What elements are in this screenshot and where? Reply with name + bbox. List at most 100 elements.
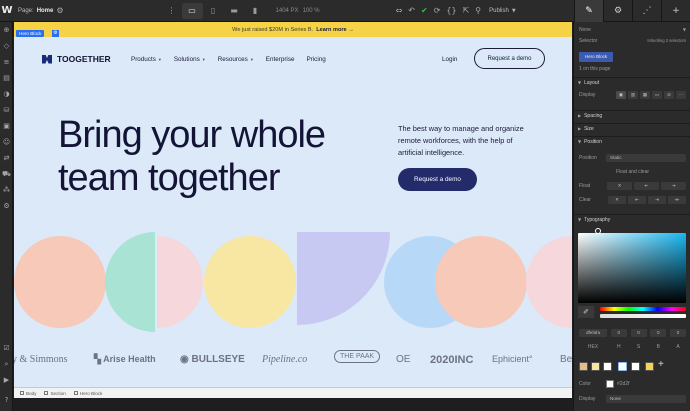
element-settings-icon[interactable]: ⚙ xyxy=(52,30,59,37)
tablet-breakpoint-icon[interactable]: ▯ xyxy=(203,3,224,19)
share-icon[interactable]: ⚲ xyxy=(475,6,481,15)
b-label: B xyxy=(656,343,660,350)
display2-row: Display None xyxy=(579,394,686,403)
sync-icon[interactable]: ⟳ xyxy=(434,6,441,15)
menu-item-resources[interactable]: Resources ▼ xyxy=(218,56,254,63)
banner-link[interactable]: Learn more → xyxy=(316,27,354,33)
code-toggle-icon[interactable]: ⇔ xyxy=(396,6,403,15)
webflow-logo-icon[interactable]: W xyxy=(0,5,14,16)
h-label: H xyxy=(616,343,621,350)
color-swatch-selected[interactable] xyxy=(618,362,627,371)
undo-icon[interactable]: ↶ xyxy=(408,6,415,15)
menu-item-products[interactable]: Products ▼ xyxy=(131,56,162,63)
section-layout[interactable]: ▼ Layout xyxy=(574,77,690,87)
design-canvas[interactable]: We just raised $20M in Series B. Learn m… xyxy=(14,22,572,398)
clear-left-icon[interactable]: ⇤ xyxy=(628,195,646,204)
menu-item-enterprise[interactable]: Enterprise xyxy=(266,56,295,63)
hex-input[interactable]: dfefafa xyxy=(579,328,607,337)
pages-icon[interactable]: ▤ xyxy=(2,74,11,83)
color-picker-handle[interactable] xyxy=(595,228,601,234)
alpha-slider[interactable] xyxy=(600,314,686,318)
lightning-icon[interactable]: + xyxy=(661,0,690,22)
b-input[interactable]: 0 xyxy=(650,328,667,337)
position-select[interactable]: Static xyxy=(606,153,686,162)
h-input[interactable]: 0 xyxy=(610,328,627,337)
eyedropper-icon[interactable]: ✐ xyxy=(578,306,594,318)
color-swatch[interactable] xyxy=(645,362,654,371)
display-block-icon[interactable]: ▣ xyxy=(616,90,626,99)
more-icon[interactable]: ⋮ xyxy=(168,6,176,15)
export-icon[interactable]: ⇱ xyxy=(463,6,470,15)
nav-request-demo-button[interactable]: Request a demo xyxy=(474,48,545,69)
help-icon[interactable]: ? xyxy=(2,396,11,405)
gear-icon[interactable]: ⚙ xyxy=(603,0,632,22)
video-icon[interactable]: ▶ xyxy=(2,376,11,385)
more-icon[interactable]: ⋯ xyxy=(676,90,686,99)
section-spacing[interactable]: ▶ Spacing xyxy=(574,110,690,120)
clear-none-icon[interactable]: ✕ xyxy=(608,195,626,204)
add-swatch-icon[interactable]: + xyxy=(658,359,664,370)
display2-select[interactable]: None xyxy=(606,394,686,403)
section-typography[interactable]: ▼ Typography xyxy=(574,214,690,224)
hue-slider[interactable] xyxy=(600,307,686,311)
menu-item-solutions[interactable]: Solutions ▼ xyxy=(174,56,206,63)
float-none-icon[interactable]: ✕ xyxy=(607,181,632,190)
float-right-icon[interactable]: ⇥ xyxy=(661,181,686,190)
add-panel-icon[interactable]: ⊕ xyxy=(2,26,11,35)
site-brand[interactable]: TOOGETHER xyxy=(42,54,111,64)
publish-button[interactable]: Publish ▼ xyxy=(485,8,520,14)
logic-icon[interactable]: ⇄ xyxy=(2,154,11,163)
float-left-icon[interactable]: ⇤ xyxy=(634,181,659,190)
symbols-icon[interactable]: ◇ xyxy=(2,42,11,51)
state-row[interactable]: None ▼ xyxy=(579,25,686,34)
audit-icon[interactable]: ☑ xyxy=(2,344,11,353)
selected-element-label[interactable]: Hero Block xyxy=(16,30,45,37)
page-selector[interactable]: Page: Home ⚙ xyxy=(14,6,68,15)
search-icon[interactable]: ⌕ xyxy=(2,360,11,369)
code-icon[interactable]: {} xyxy=(446,6,456,15)
ecommerce-icon[interactable]: ⛟ xyxy=(2,170,11,179)
apps-icon[interactable]: ⁂ xyxy=(2,186,11,195)
users-icon[interactable]: ☺ xyxy=(2,138,11,147)
display-grid-icon[interactable]: ▦ xyxy=(640,90,650,99)
section-size[interactable]: ▶ Size xyxy=(574,123,690,133)
site-menu: Products ▼ Solutions ▼ Resources ▼ Enterpri… xyxy=(131,56,326,63)
s-input[interactable]: 0 xyxy=(630,328,647,337)
clear-right-icon[interactable]: ⇥ xyxy=(648,195,666,204)
settings-panel-icon[interactable]: ⚙ xyxy=(2,202,11,211)
mobile-portrait-breakpoint-icon[interactable]: ▮ xyxy=(245,3,266,19)
a-input[interactable]: 0 xyxy=(670,328,686,337)
display-flex-icon[interactable]: ▥ xyxy=(628,90,638,99)
color-swatch[interactable] xyxy=(579,362,588,371)
section-position[interactable]: ▼ Position xyxy=(574,136,690,146)
selector-chip[interactable]: Hero Block xyxy=(579,52,613,62)
cms-icon[interactable]: ⛁ xyxy=(2,106,11,115)
style-brush-icon[interactable]: ✎ xyxy=(574,0,603,22)
display-inline-icon[interactable]: ▭ xyxy=(652,90,662,99)
announcement-banner: We just raised $20M in Series B. Learn m… xyxy=(14,22,572,37)
menu-item-pricing[interactable]: Pricing xyxy=(306,56,325,63)
clear-both-icon[interactable]: ⇹ xyxy=(668,195,686,204)
color-field[interactable]: #2d2f xyxy=(606,379,686,388)
breadcrumb-item[interactable]: Section xyxy=(44,391,66,396)
display-options: ▣ ▥ ▦ ▭ ⊘ ⋯ xyxy=(616,90,686,99)
clear-row: Clear ✕ ⇤ ⇥ ⇹ xyxy=(579,195,686,204)
login-link[interactable]: Login xyxy=(442,56,457,63)
color-swatch[interactable] xyxy=(591,362,600,371)
navigator-icon[interactable]: ≡ xyxy=(2,58,11,67)
settings-icon[interactable]: ⚙ xyxy=(56,6,63,15)
desktop-breakpoint-icon[interactable]: ▭ xyxy=(181,2,203,19)
shape-circle xyxy=(204,236,296,328)
breadcrumb-item[interactable]: Body xyxy=(20,391,36,396)
interactions-icon[interactable]: ⋰ xyxy=(632,0,661,22)
mobile-landscape-breakpoint-icon[interactable]: ▬ xyxy=(224,3,245,19)
assets-icon[interactable]: ▣ xyxy=(2,122,11,131)
display-none-icon[interactable]: ⊘ xyxy=(664,90,674,99)
hero-request-demo-button[interactable]: Request a demo xyxy=(398,168,477,191)
styles-icon[interactable]: ◑ xyxy=(2,90,11,99)
color-picker-area[interactable] xyxy=(578,233,686,303)
breadcrumb-item[interactable]: Hero Block xyxy=(73,391,102,396)
color-swatch[interactable] xyxy=(603,362,612,371)
color-swatch[interactable] xyxy=(631,362,640,371)
chevron-right-icon: ▶ xyxy=(578,126,582,131)
